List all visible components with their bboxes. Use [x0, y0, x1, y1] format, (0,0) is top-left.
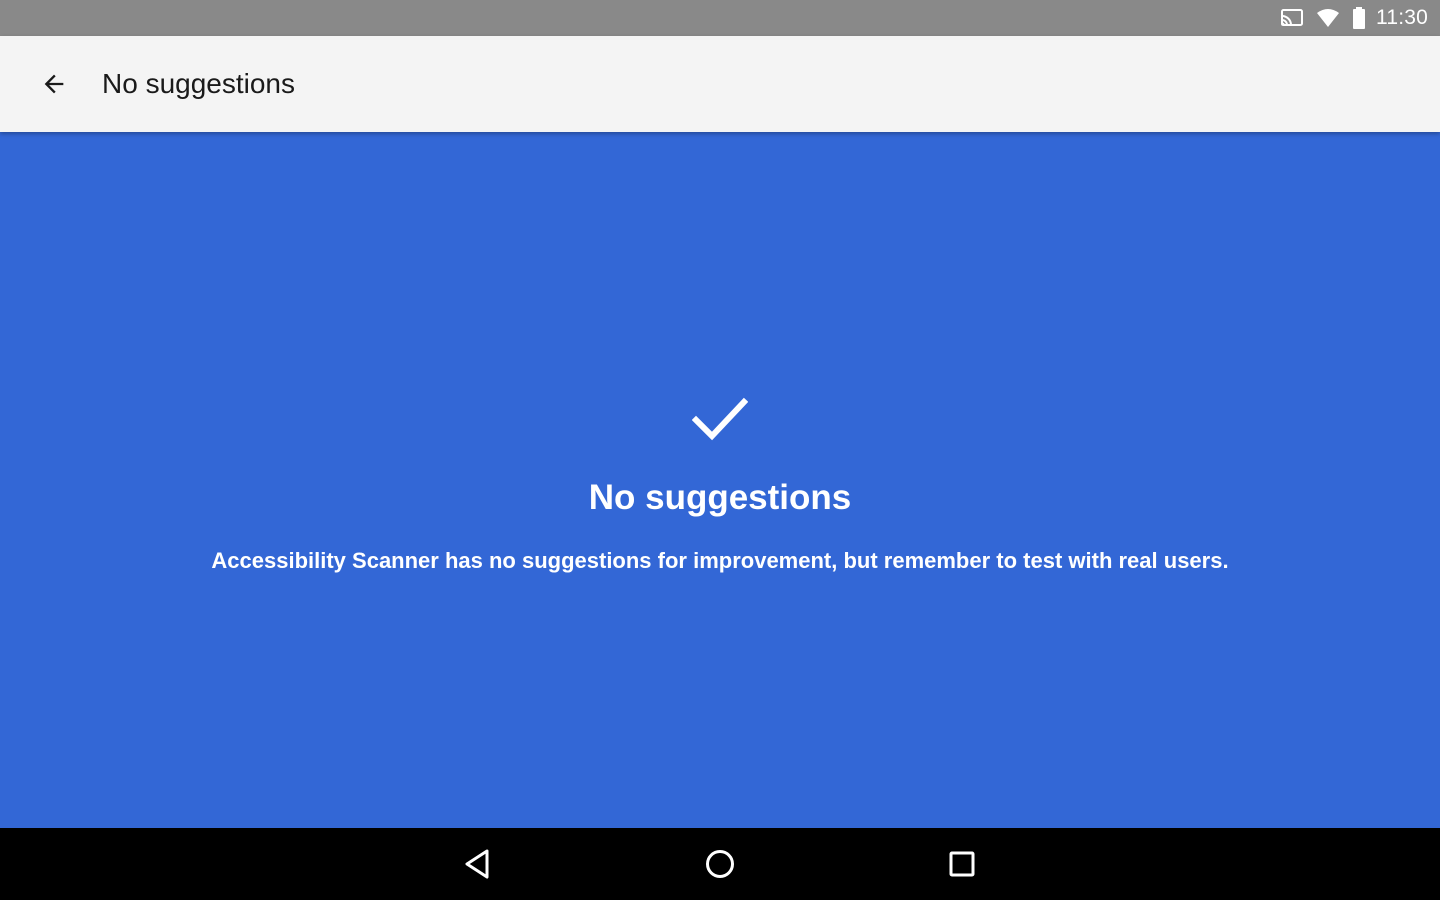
status-time: 11:30 — [1376, 6, 1428, 29]
home-circle-icon — [706, 850, 734, 878]
main-content: No suggestions Accessibility Scanner has… — [0, 132, 1440, 828]
nav-recents-button[interactable] — [942, 844, 982, 884]
status-bar: 11:30 — [0, 0, 1440, 36]
nav-home-button[interactable] — [700, 844, 740, 884]
screen: 11:30 No suggestions No suggestions Acce… — [0, 0, 1440, 900]
wifi-icon — [1316, 8, 1340, 28]
back-button[interactable] — [26, 56, 82, 112]
arrow-back-icon — [44, 74, 64, 94]
back-triangle-icon — [465, 849, 489, 879]
page-title: No suggestions — [102, 68, 296, 99]
recents-square-icon — [949, 851, 975, 877]
check-icon — [692, 397, 748, 441]
nav-back-button[interactable] — [458, 844, 498, 884]
empty-state-title: No suggestions — [588, 478, 852, 517]
battery-icon — [1352, 7, 1366, 29]
navigation-bar — [0, 828, 1440, 900]
app-bar: No suggestions — [0, 36, 1440, 132]
cast-icon — [1280, 8, 1304, 28]
empty-state-message: Accessibility Scanner has no suggestions… — [211, 548, 1229, 573]
